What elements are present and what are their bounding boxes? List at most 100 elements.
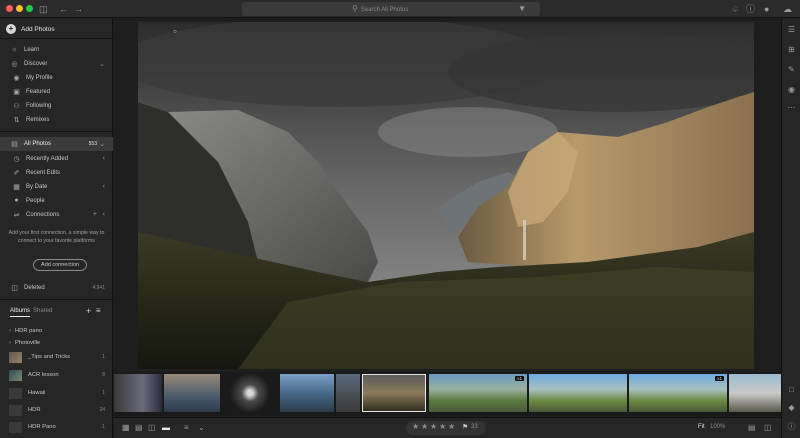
profile-icon: ◉ xyxy=(13,74,20,82)
sidebar-item-all-photos[interactable]: ▤ All Photos 553 ⌄ xyxy=(0,137,113,151)
crop-icon[interactable]: ⊞ xyxy=(786,45,797,54)
add-photos-button[interactable]: + Add Photos xyxy=(0,21,113,37)
comment-icon[interactable]: □ xyxy=(786,385,797,394)
detail-view-icon[interactable]: ▬ xyxy=(162,423,170,432)
flag-icon[interactable]: ⚑ xyxy=(462,423,468,431)
healing-brush-icon[interactable]: ✎ xyxy=(786,65,797,74)
zoom-percentage[interactable]: 100% xyxy=(710,424,725,430)
sidebar-item-featured[interactable]: ▣ Featured xyxy=(0,85,113,98)
sidebar-item-learn[interactable]: ☼ Learn xyxy=(0,43,113,56)
filmstrip-thumbnail[interactable] xyxy=(280,374,334,412)
back-arrow-icon[interactable]: ← xyxy=(59,3,68,15)
chevron-right-icon[interactable]: › xyxy=(9,328,11,334)
forward-arrow-icon[interactable]: → xyxy=(74,3,83,15)
filmstrip-thumbnail[interactable] xyxy=(164,374,220,412)
square-grid-view-icon[interactable]: ▤ xyxy=(135,423,143,432)
star-icon[interactable]: ★ xyxy=(448,422,455,431)
divider xyxy=(0,299,113,300)
chevron-left-icon[interactable]: ‹ xyxy=(103,211,105,218)
account-icon[interactable]: ● xyxy=(764,3,769,15)
notifications-bell-icon[interactable]: ♤ xyxy=(731,3,739,15)
album-folder[interactable]: › Photoville xyxy=(0,336,113,350)
info-overlay-icon[interactable]: ○ xyxy=(173,29,177,35)
sidebar-item-people[interactable]: ● People xyxy=(0,194,113,207)
filmstrip-thumbnail[interactable] xyxy=(729,374,781,412)
filter-icon[interactable]: ▼ xyxy=(518,2,526,16)
chevron-down-icon[interactable]: ⌄ xyxy=(99,60,105,68)
sidebar-item-following[interactable]: ⚇ Following xyxy=(0,99,113,112)
filmstrip-thumbnail[interactable]: x1 xyxy=(429,374,527,412)
sidebar-item-label: Connections xyxy=(26,211,60,218)
sort-icon[interactable]: ≡ xyxy=(96,306,101,315)
filmstrip-thumbnail[interactable]: x1 xyxy=(629,374,727,412)
sidebar-item-by-date[interactable]: ▦ By Date ‹ xyxy=(0,180,113,193)
info-icon[interactable]: ⓘ xyxy=(786,421,797,432)
star-icon[interactable]: ★ xyxy=(412,422,419,431)
flag-count[interactable]: 33 xyxy=(471,424,478,430)
album-count: 1 xyxy=(102,354,105,360)
album-thumbnail xyxy=(9,369,22,381)
chevron-left-icon[interactable]: ‹ xyxy=(103,183,105,190)
album-item[interactable]: HDR Pano 1 xyxy=(0,420,113,434)
album-label: ACR lesson xyxy=(28,372,59,378)
cloud-sync-icon[interactable]: ☁ xyxy=(783,3,792,15)
star-icon[interactable]: ★ xyxy=(439,422,446,431)
main-photo[interactable] xyxy=(138,22,754,369)
remix-icon: ⇅ xyxy=(13,116,20,124)
masking-icon[interactable]: ◉ xyxy=(786,85,797,94)
search-bar[interactable]: ⚲ Search All Photos ▼ xyxy=(242,2,540,16)
close-window-button[interactable] xyxy=(6,5,13,12)
filmstrip-toggle-icon[interactable]: ▤ xyxy=(748,423,756,432)
album-label: _Tips and Tricks xyxy=(28,354,70,360)
filmstrip-thumbnail[interactable] xyxy=(222,374,278,412)
sidebar-item-deleted[interactable]: ◫ Deleted 4,941 xyxy=(0,281,113,294)
compare-toggle-icon[interactable]: ◫ xyxy=(764,423,772,432)
zoom-window-button[interactable] xyxy=(26,5,33,12)
featured-icon: ▣ xyxy=(13,88,20,96)
sidebar-item-label: Recent Edits xyxy=(26,169,61,176)
filmstrip-thumbnail[interactable] xyxy=(336,374,360,412)
star-icon[interactable]: ★ xyxy=(421,422,428,431)
sidebar-item-my-profile[interactable]: ◉ My Profile xyxy=(0,71,113,84)
compare-view-icon[interactable]: ◫ xyxy=(148,423,156,432)
keyword-tag-icon[interactable]: ◆ xyxy=(786,403,797,412)
search-input[interactable]: Search All Photos xyxy=(361,7,408,13)
tab-shared[interactable]: Shared xyxy=(33,308,52,314)
filmstrip: x1 x1 xyxy=(114,372,781,416)
tab-albums[interactable]: Albums xyxy=(10,308,31,317)
photo-count: 553 xyxy=(88,141,97,147)
grid-view-icon[interactable]: ▦ xyxy=(122,423,130,432)
album-thumbnail xyxy=(9,387,22,399)
sidebar-item-connections[interactable]: ⇌ Connections + ‹ xyxy=(0,208,113,221)
stack-badge: x1 xyxy=(515,376,524,381)
edit-sliders-icon[interactable]: ☰ xyxy=(786,25,797,34)
add-album-plus-icon[interactable]: + xyxy=(86,306,91,316)
sidebar-toggle-icon[interactable]: ◫ xyxy=(39,3,48,15)
filmstrip-thumbnail[interactable] xyxy=(114,374,162,412)
more-icon[interactable]: ⋯ xyxy=(786,103,797,112)
star-icon[interactable]: ★ xyxy=(430,422,437,431)
sidebar-item-recent-edits[interactable]: ✐ Recent Edits xyxy=(0,166,113,179)
calendar-icon: ▦ xyxy=(13,183,20,191)
filmstrip-thumbnail[interactable] xyxy=(529,374,627,412)
album-item[interactable]: HDR 24 xyxy=(0,403,113,417)
sidebar-item-discover[interactable]: ◎ Discover ⌄ xyxy=(0,57,113,70)
minimize-window-button[interactable] xyxy=(16,5,23,12)
chevron-left-icon[interactable]: ‹ xyxy=(103,155,105,162)
sidebar-item-remixes[interactable]: ⇅ Remixes xyxy=(0,113,113,126)
album-item[interactable]: _Tips and Tricks 1 xyxy=(0,350,113,364)
album-label: Hawaii xyxy=(28,390,46,396)
album-item[interactable]: ACR lesson 8 xyxy=(0,368,113,382)
albums-tabs: Albums Shared + ≡ xyxy=(0,306,113,320)
fit-zoom-button[interactable]: Fit xyxy=(698,424,705,430)
add-connection-button[interactable]: Add connection xyxy=(33,259,87,271)
chevron-down-icon[interactable]: ⌄ xyxy=(198,423,205,432)
filmstrip-thumbnail-selected[interactable] xyxy=(362,374,426,412)
add-connection-plus-icon[interactable]: + xyxy=(93,211,97,218)
chevron-down-icon[interactable]: ⌄ xyxy=(99,140,105,148)
album-item[interactable]: Hawaii 1 xyxy=(0,386,113,400)
chevron-right-icon[interactable]: › xyxy=(9,340,11,346)
sort-order-icon[interactable]: ≡ xyxy=(184,423,189,432)
sidebar-item-recently-added[interactable]: ◷ Recently Added ‹ xyxy=(0,152,113,165)
help-icon[interactable]: ⓘ xyxy=(746,3,755,15)
